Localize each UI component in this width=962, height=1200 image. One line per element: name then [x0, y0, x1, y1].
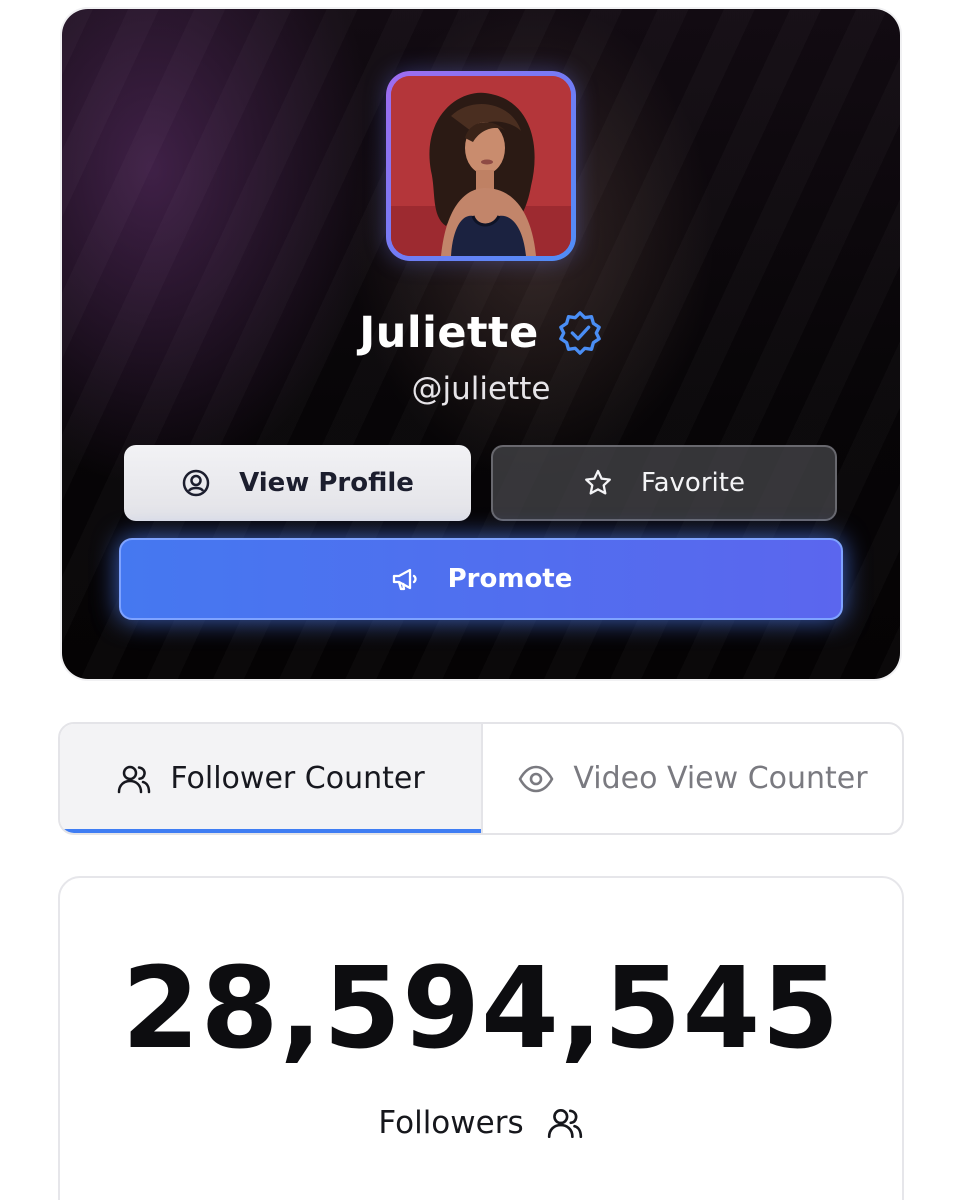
name-row: Juliette: [62, 301, 900, 365]
star-icon: [585, 469, 611, 495]
follower-count-label: Followers: [378, 1105, 524, 1141]
tab-video-view-counter-label: Video View Counter: [573, 761, 868, 796]
view-profile-button[interactable]: View Profile: [124, 445, 471, 521]
tab-video-view-counter[interactable]: Video View Counter: [483, 724, 902, 833]
favorite-label: Favorite: [641, 468, 745, 498]
megaphone-icon: [392, 568, 417, 591]
users-icon: [118, 765, 151, 793]
avatar-frame[interactable]: [386, 71, 576, 261]
tab-follower-counter[interactable]: Follower Counter: [60, 724, 483, 833]
follower-count-label-row: Followers: [60, 1104, 902, 1142]
users-icon: [547, 1109, 582, 1139]
page: Juliette @juliette View Profile Favorite: [0, 0, 962, 1200]
profile-card: Juliette @juliette View Profile Favorite: [62, 9, 900, 679]
avatar: [391, 76, 571, 256]
follower-counter-card: 28,594,545 Followers: [58, 876, 904, 1200]
favorite-button[interactable]: Favorite: [491, 445, 837, 521]
counter-tabs: Follower Counter Video View Counter: [58, 722, 904, 835]
eye-icon: [519, 765, 554, 792]
verified-badge-icon: [558, 311, 601, 355]
tab-follower-counter-label: Follower Counter: [170, 761, 425, 796]
promote-label: Promote: [447, 564, 573, 594]
username-handle: @juliette: [411, 371, 551, 407]
user-circle-icon: [182, 469, 210, 497]
view-profile-label: View Profile: [239, 468, 414, 498]
follower-count: 28,594,545: [121, 944, 841, 1074]
profile-photo: [391, 76, 571, 256]
display-name: Juliette: [359, 308, 539, 358]
promote-button[interactable]: Promote: [119, 538, 843, 620]
